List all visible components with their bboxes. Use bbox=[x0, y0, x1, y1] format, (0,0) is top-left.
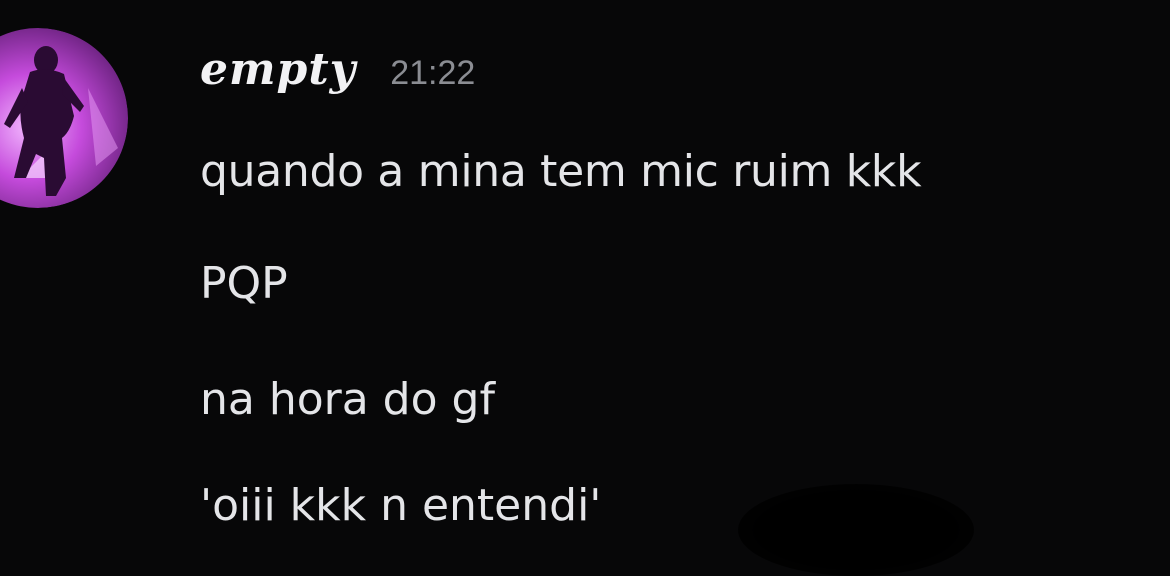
timestamp[interactable]: 21:22 bbox=[390, 54, 475, 93]
message-line-3: na hora do gf bbox=[200, 374, 495, 425]
user-avatar-icon bbox=[0, 28, 128, 208]
username[interactable]: empty bbox=[200, 44, 356, 95]
redaction-smudge bbox=[738, 484, 974, 576]
message-line-4: 'oiii kkk n entendi' bbox=[200, 480, 602, 531]
message-header: empty 21:22 bbox=[200, 44, 475, 108]
avatar[interactable] bbox=[0, 28, 128, 208]
message-line-1: quando a mina tem mic ruim kkk bbox=[200, 146, 922, 197]
message-line-2: PQP bbox=[200, 258, 288, 309]
